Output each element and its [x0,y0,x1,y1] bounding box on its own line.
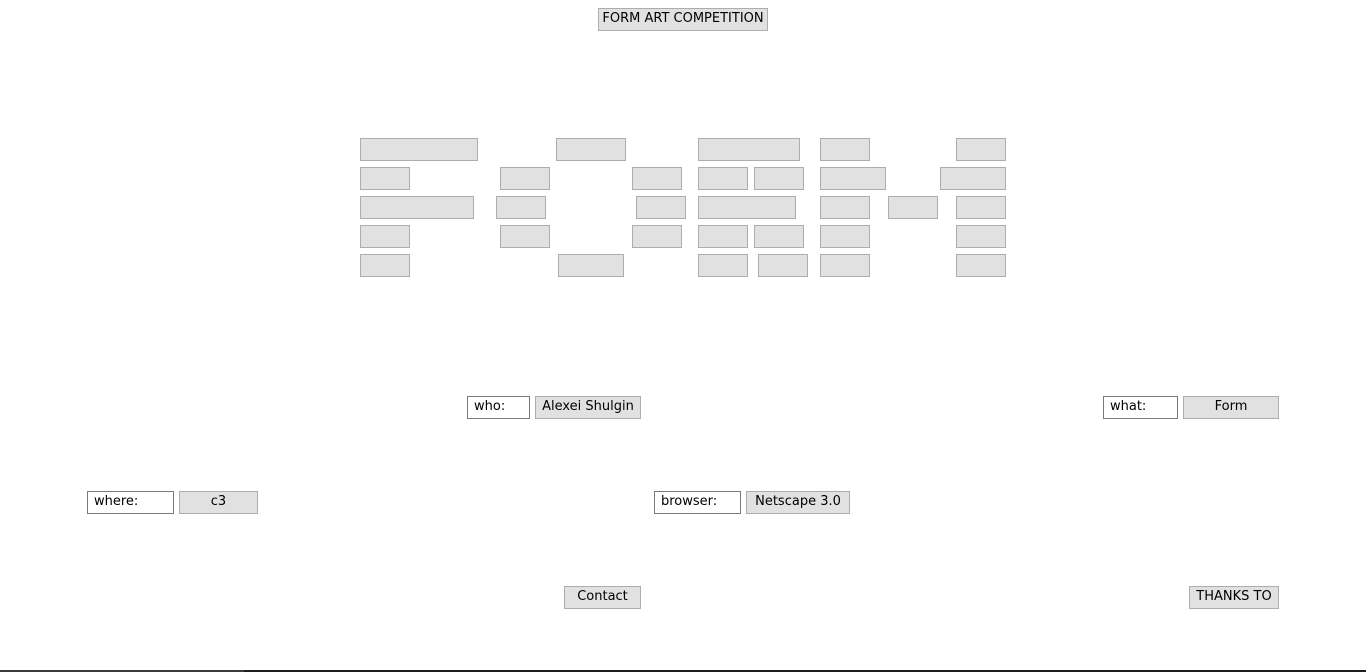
where-button[interactable]: c3 [179,491,258,514]
letter-m-block[interactable] [820,254,870,277]
letter-m-block[interactable] [820,196,870,219]
letter-m-block[interactable] [956,196,1006,219]
form-art-competition-button[interactable]: FORM ART COMPETITION [598,8,768,31]
letter-o-block[interactable] [496,196,546,219]
browser-field[interactable]: browser: [654,491,741,514]
letter-f-block[interactable] [360,196,474,219]
letter-r-block[interactable] [754,225,804,248]
thanks-to-button[interactable]: THANKS TO [1189,586,1279,609]
what-button[interactable]: Form [1183,396,1279,419]
letter-o-block[interactable] [636,196,686,219]
letter-o-block[interactable] [500,167,550,190]
letter-m-block[interactable] [820,138,870,161]
letter-f-block[interactable] [360,254,410,277]
letter-r-block[interactable] [754,167,804,190]
where-field[interactable]: where: [87,491,174,514]
contact-button[interactable]: Contact [564,586,641,609]
letter-m-block[interactable] [820,167,886,190]
browser-button[interactable]: Netscape 3.0 [746,491,850,514]
letter-m-block[interactable] [820,225,870,248]
letter-f-block[interactable] [360,138,478,161]
letter-r-block[interactable] [758,254,808,277]
letter-o-block[interactable] [632,225,682,248]
what-field[interactable]: what: [1103,396,1178,419]
letter-m-block[interactable] [940,167,1006,190]
who-field[interactable]: who: [467,396,530,419]
letter-r-block[interactable] [698,225,748,248]
letter-m-block[interactable] [956,254,1006,277]
letter-f-block[interactable] [360,167,410,190]
letter-o-block[interactable] [556,138,626,161]
letter-r-block[interactable] [698,167,748,190]
letter-r-block[interactable] [698,196,796,219]
letter-o-block[interactable] [558,254,624,277]
letter-r-block[interactable] [698,254,748,277]
letter-m-block[interactable] [956,225,1006,248]
letter-m-block[interactable] [956,138,1006,161]
letter-o-block[interactable] [632,167,682,190]
letter-r-block[interactable] [698,138,800,161]
letter-f-block[interactable] [360,225,410,248]
who-button[interactable]: Alexei Shulgin [535,396,641,419]
letter-m-block[interactable] [888,196,938,219]
letter-o-block[interactable] [500,225,550,248]
